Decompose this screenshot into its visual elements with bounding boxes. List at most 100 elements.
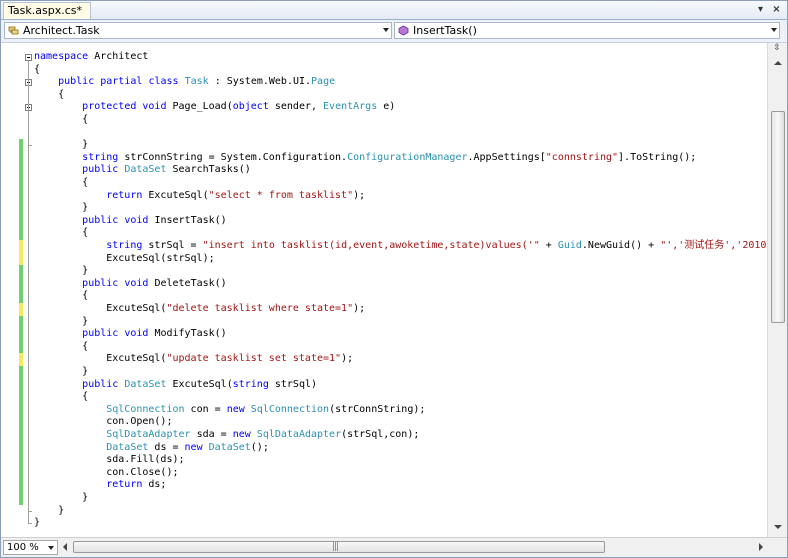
code-line[interactable]: public DataSet SearchTasks()	[1, 164, 767, 177]
code-line[interactable]: }	[1, 505, 767, 518]
code-text: }	[34, 265, 88, 278]
code-line[interactable]: }	[1, 315, 767, 329]
arrow-right-icon[interactable]	[759, 543, 763, 551]
code-token: sda.Fill(ds);	[34, 454, 185, 466]
code-line[interactable]: {	[1, 177, 767, 190]
split-handle-icon[interactable]: ⇳	[770, 43, 784, 53]
code-editor[interactable]: namespace Architect{ public partial clas…	[1, 43, 767, 537]
saved-change-marker	[19, 492, 23, 505]
horizontal-scroll-thumb[interactable]: |||	[73, 541, 605, 553]
code-line[interactable]: {	[1, 391, 767, 404]
code-line[interactable]: {	[1, 290, 767, 303]
code-token: Guid	[557, 240, 582, 251]
code-text: }	[34, 139, 88, 152]
code-line[interactable]: public void ModifyTask()	[1, 328, 767, 341]
zoom-value: 100 %	[7, 542, 39, 553]
code-token: {	[34, 290, 89, 302]
outline-guide-line	[28, 111, 29, 146]
zoom-dropdown[interactable]: 100 %	[3, 540, 58, 555]
code-token: protected	[82, 101, 137, 113]
code-line[interactable]: }	[1, 366, 767, 379]
code-line[interactable]: SqlDataAdapter sda = new SqlDataAdapter(…	[1, 429, 767, 442]
saved-change-marker	[19, 340, 23, 354]
code-text: public void InsertTask()	[34, 215, 227, 228]
code-line[interactable]: }	[1, 202, 767, 215]
code-line[interactable]: con.Close();	[1, 466, 767, 480]
scroll-up-button[interactable]	[771, 57, 785, 69]
arrow-up-icon	[774, 61, 782, 65]
code-line[interactable]: }	[1, 265, 767, 278]
code-text: {	[34, 177, 88, 190]
code-token: public	[82, 164, 119, 176]
close-icon[interactable]: ×	[770, 3, 783, 16]
code-line[interactable]: sda.Fill(ds);	[1, 454, 767, 467]
code-line[interactable]: {	[1, 340, 767, 354]
code-token: }	[34, 366, 89, 377]
code-line[interactable]: protected void Page_Load(object sender, …	[1, 101, 767, 114]
tab-title: Task.aspx.cs*	[8, 4, 82, 17]
code-text: con.Close();	[34, 467, 178, 480]
code-line[interactable]: return ds;	[1, 479, 767, 492]
code-line[interactable]: public partial class Task : System.Web.U…	[1, 76, 767, 89]
code-token: EventArgs	[323, 101, 378, 113]
code-token: DataSet	[208, 441, 251, 453]
code-line[interactable]: return ExcuteSql("select * from tasklist…	[1, 189, 767, 203]
code-token: namespace	[34, 51, 89, 62]
code-token: sender,	[268, 101, 324, 113]
code-token: strSql =	[142, 240, 203, 251]
code-token: {	[34, 227, 89, 239]
code-line[interactable]: {	[1, 114, 767, 127]
code-token: ModifyTask()	[148, 328, 227, 340]
code-token: public	[82, 277, 119, 289]
code-line[interactable]: namespace Architect	[1, 51, 767, 64]
code-token: SearchTasks()	[166, 164, 251, 176]
vertical-scrollbar[interactable]: ⇳	[767, 43, 787, 537]
code-line[interactable]: DataSet ds = new DataSet();	[1, 441, 767, 455]
code-token: ExcuteSql(	[34, 303, 167, 314]
code-line[interactable]: {	[1, 227, 767, 240]
code-line[interactable]: string strConnString = System.Configurat…	[1, 151, 767, 165]
code-text: con.Open();	[34, 416, 172, 429]
code-token: "delete tasklist where state=1"	[166, 303, 354, 314]
code-token: }	[34, 517, 41, 529]
arrow-left-icon[interactable]	[63, 543, 67, 551]
code-line[interactable]: }	[1, 492, 767, 505]
code-token: string	[106, 240, 143, 251]
class-dropdown-value: Architect.Task	[23, 24, 100, 37]
horizontal-scrollbar[interactable]: |||	[61, 540, 765, 555]
code-text: {	[34, 89, 64, 102]
code-line[interactable]: ExcuteSql("delete tasklist where state=1…	[1, 303, 767, 316]
code-editor-window: Task.aspx.cs* ▾ × Architect.Task InsertT…	[0, 0, 788, 558]
saved-change-marker	[19, 366, 23, 379]
code-line[interactable]: public void InsertTask()	[1, 214, 767, 228]
member-dropdown[interactable]: InsertTask()	[394, 22, 780, 39]
code-text: }	[34, 316, 88, 329]
code-line[interactable]: public void DeleteTask()	[1, 277, 767, 291]
code-line[interactable]: ExcuteSql("update tasklist set state=1")…	[1, 353, 767, 366]
code-line[interactable]: }	[1, 517, 767, 530]
code-token: : System.Web.UI.	[208, 76, 312, 88]
code-token: {	[34, 391, 89, 403]
code-line[interactable]: {	[1, 89, 767, 102]
code-token: {	[34, 88, 65, 100]
code-line[interactable]: }	[1, 139, 767, 152]
code-line[interactable]	[1, 127, 767, 140]
tab-task-aspx-cs[interactable]: Task.aspx.cs*	[3, 2, 91, 19]
document-tab-strip: Task.aspx.cs* ▾ ×	[1, 1, 787, 20]
code-line[interactable]: string strSql = "insert into tasklist(id…	[1, 240, 767, 253]
class-dropdown[interactable]: Architect.Task	[4, 22, 392, 39]
code-line[interactable]: ExcuteSql(strSql);	[1, 252, 767, 266]
code-token: +	[539, 240, 558, 251]
scroll-grip-icon: |||	[332, 542, 339, 552]
collapse-icon[interactable]	[25, 54, 32, 61]
code-line[interactable]: con.Open();	[1, 416, 767, 429]
window-menu-dropdown-icon[interactable]: ▾	[754, 3, 767, 16]
code-token: ConfigurationManager	[347, 151, 468, 163]
vertical-scroll-thumb[interactable]	[771, 111, 785, 323]
code-line[interactable]: {	[1, 64, 767, 77]
code-line[interactable]: public DataSet ExcuteSql(string strSql)	[1, 378, 767, 392]
code-token: DataSet	[124, 378, 167, 390]
code-line[interactable]: SqlConnection con = new SqlConnection(st…	[1, 403, 767, 417]
scroll-down-button[interactable]	[771, 521, 785, 533]
